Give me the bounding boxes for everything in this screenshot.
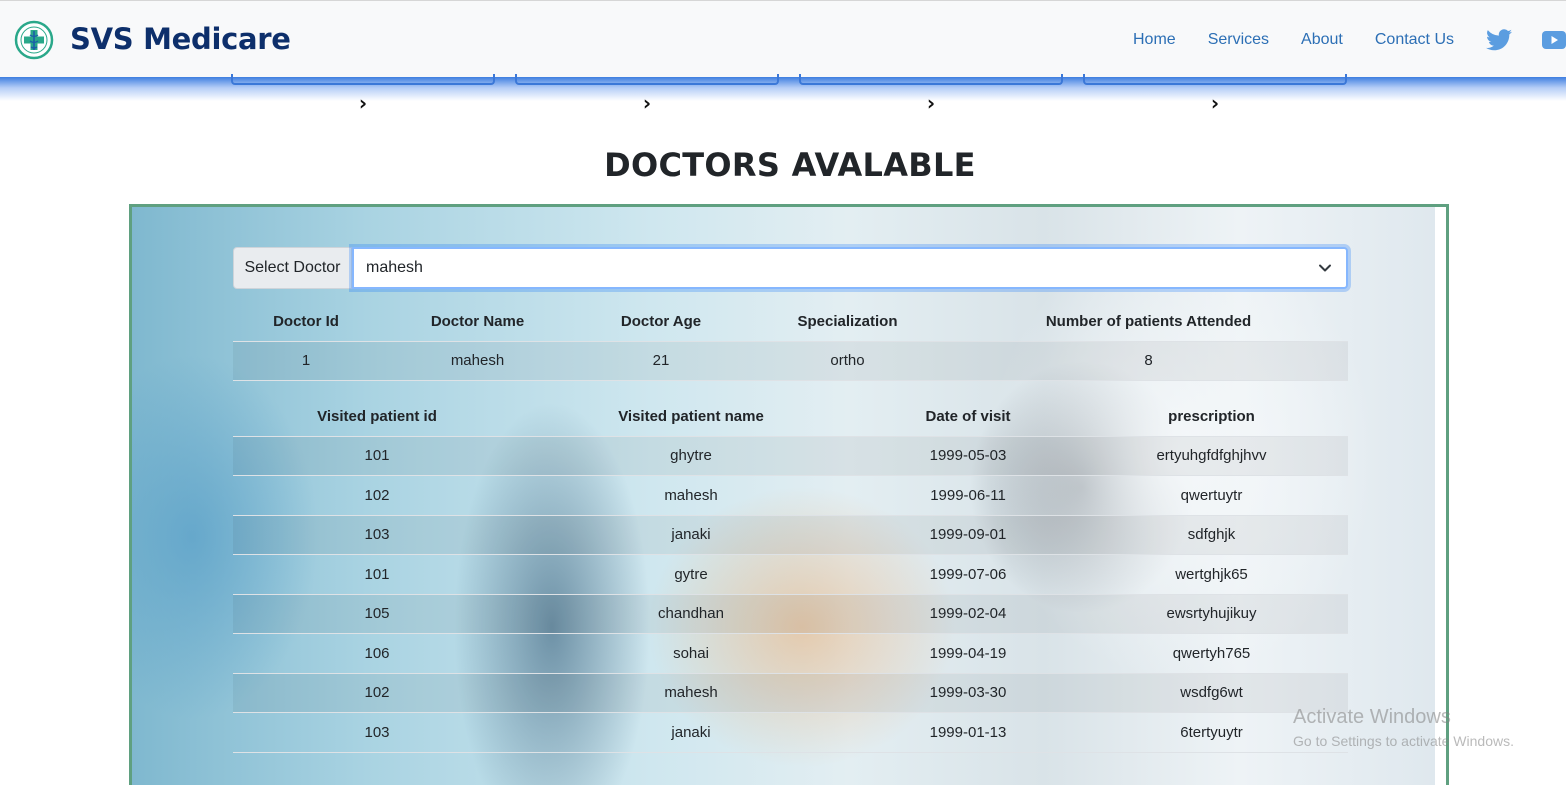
cell: ewsrtyhujikuy [1075,594,1348,634]
carousel-card[interactable] [1083,74,1347,85]
doctor-select-value: mahesh [366,259,423,276]
table-row: 102 mahesh 1999-06-11 qwertuytr [233,475,1348,516]
visits-table: Visited patient id Visited patient name … [233,398,1348,753]
table-row: 101 gytre 1999-07-06 wertghjk65 [233,554,1348,595]
cell: mahesh [521,673,861,713]
carousel-card[interactable] [799,74,1063,85]
doctor-select-group: Select Doctor mahesh [233,247,1348,289]
cell: 1999-03-30 [861,673,1075,713]
watermark-subtitle: Go to Settings to activate Windows. [1293,733,1514,749]
cell: wertghjk65 [1075,554,1348,595]
cell: 1999-02-04 [861,594,1075,634]
cell: gytre [521,554,861,595]
cell: 1999-05-03 [861,436,1075,476]
table-row: 106 sohai 1999-04-19 qwertyh765 [233,633,1348,674]
table-row: 101 ghytre 1999-05-03 ertyuhgfdfghjhvv [233,436,1348,476]
cell: 1999-07-06 [861,554,1075,595]
select-label: Select Doctor [233,247,352,289]
cell: janaki [521,515,861,555]
cell: chandhan [521,594,861,634]
chevron-right-icon[interactable]: › [1207,93,1223,113]
cell: 103 [233,515,521,555]
col-doctor-id: Doctor Id [233,303,379,342]
nav-about[interactable]: About [1301,31,1343,49]
nav-services[interactable]: Services [1208,31,1269,49]
cell: 103 [233,712,521,753]
cell: 1 [233,341,379,381]
col-patient-id: Visited patient id [233,398,521,437]
youtube-icon[interactable] [1542,30,1566,49]
nav-links: Home Services About Contact Us [1133,1,1566,78]
windows-activation-watermark: Activate Windows Go to Settings to activ… [1293,706,1514,749]
cell: 101 [233,554,521,595]
chevron-down-icon [1319,264,1331,272]
chevron-right-icon[interactable]: › [355,93,371,113]
cell: 1999-09-01 [861,515,1075,555]
carousel-card[interactable] [231,74,495,85]
twitter-icon[interactable] [1486,28,1512,51]
cell: 101 [233,436,521,476]
col-specialization: Specialization [746,303,949,342]
cell: 102 [233,475,521,516]
cell: ortho [746,341,949,381]
col-doctor-age: Doctor Age [576,303,746,342]
chevron-right-icon[interactable]: › [639,93,655,113]
col-doctor-name: Doctor Name [379,303,576,342]
cell: mahesh [521,475,861,516]
cell: 102 [233,673,521,713]
cell: sohai [521,633,861,674]
cell: 1999-04-19 [861,633,1075,674]
cell: 1999-06-11 [861,475,1075,516]
cell: 106 [233,633,521,674]
cell: ertyuhgfdfghjhvv [1075,436,1348,476]
table-row: 1 mahesh 21 ortho 8 [233,341,1348,381]
col-patient-name: Visited patient name [521,398,861,437]
navbar: SVS Medicare Home Services About Contact… [0,0,1566,77]
table-row: 102 mahesh 1999-03-30 wsdfg6wt [233,673,1348,713]
nav-home[interactable]: Home [1133,31,1176,49]
cell: 105 [233,594,521,634]
table-row: 103 janaki 1999-09-01 sdfghjk [233,515,1348,555]
logo-icon[interactable] [14,20,54,60]
nav-contact-us[interactable]: Contact Us [1375,31,1454,49]
doctor-table: Doctor Id Doctor Name Doctor Age Special… [233,303,1348,381]
cell: qwertyh765 [1075,633,1348,674]
brand-title[interactable]: SVS Medicare [70,22,291,56]
cell: mahesh [379,341,576,381]
cell: 1999-01-13 [861,712,1075,753]
cell: 21 [576,341,746,381]
cell: sdfghjk [1075,515,1348,555]
cell: janaki [521,712,861,753]
chevron-right-icon[interactable]: › [923,93,939,113]
carousel-card[interactable] [515,74,779,85]
page-title: DOCTORS AVALABLE [604,146,976,184]
watermark-title: Activate Windows [1293,706,1451,728]
cell: 8 [949,341,1348,381]
col-patients-attended: Number of patients Attended [949,303,1348,342]
cell: qwertuytr [1075,475,1348,516]
col-prescription: prescription [1075,398,1348,437]
cell: ghytre [521,436,861,476]
table-row: 105 chandhan 1999-02-04 ewsrtyhujikuy [233,594,1348,634]
table-row: 103 janaki 1999-01-13 6tertyuytr [233,712,1348,753]
col-date-of-visit: Date of visit [861,398,1075,437]
doctor-select[interactable]: mahesh [352,247,1348,289]
doctors-panel: Select Doctor mahesh Doctor Id Doctor Na… [129,204,1449,785]
